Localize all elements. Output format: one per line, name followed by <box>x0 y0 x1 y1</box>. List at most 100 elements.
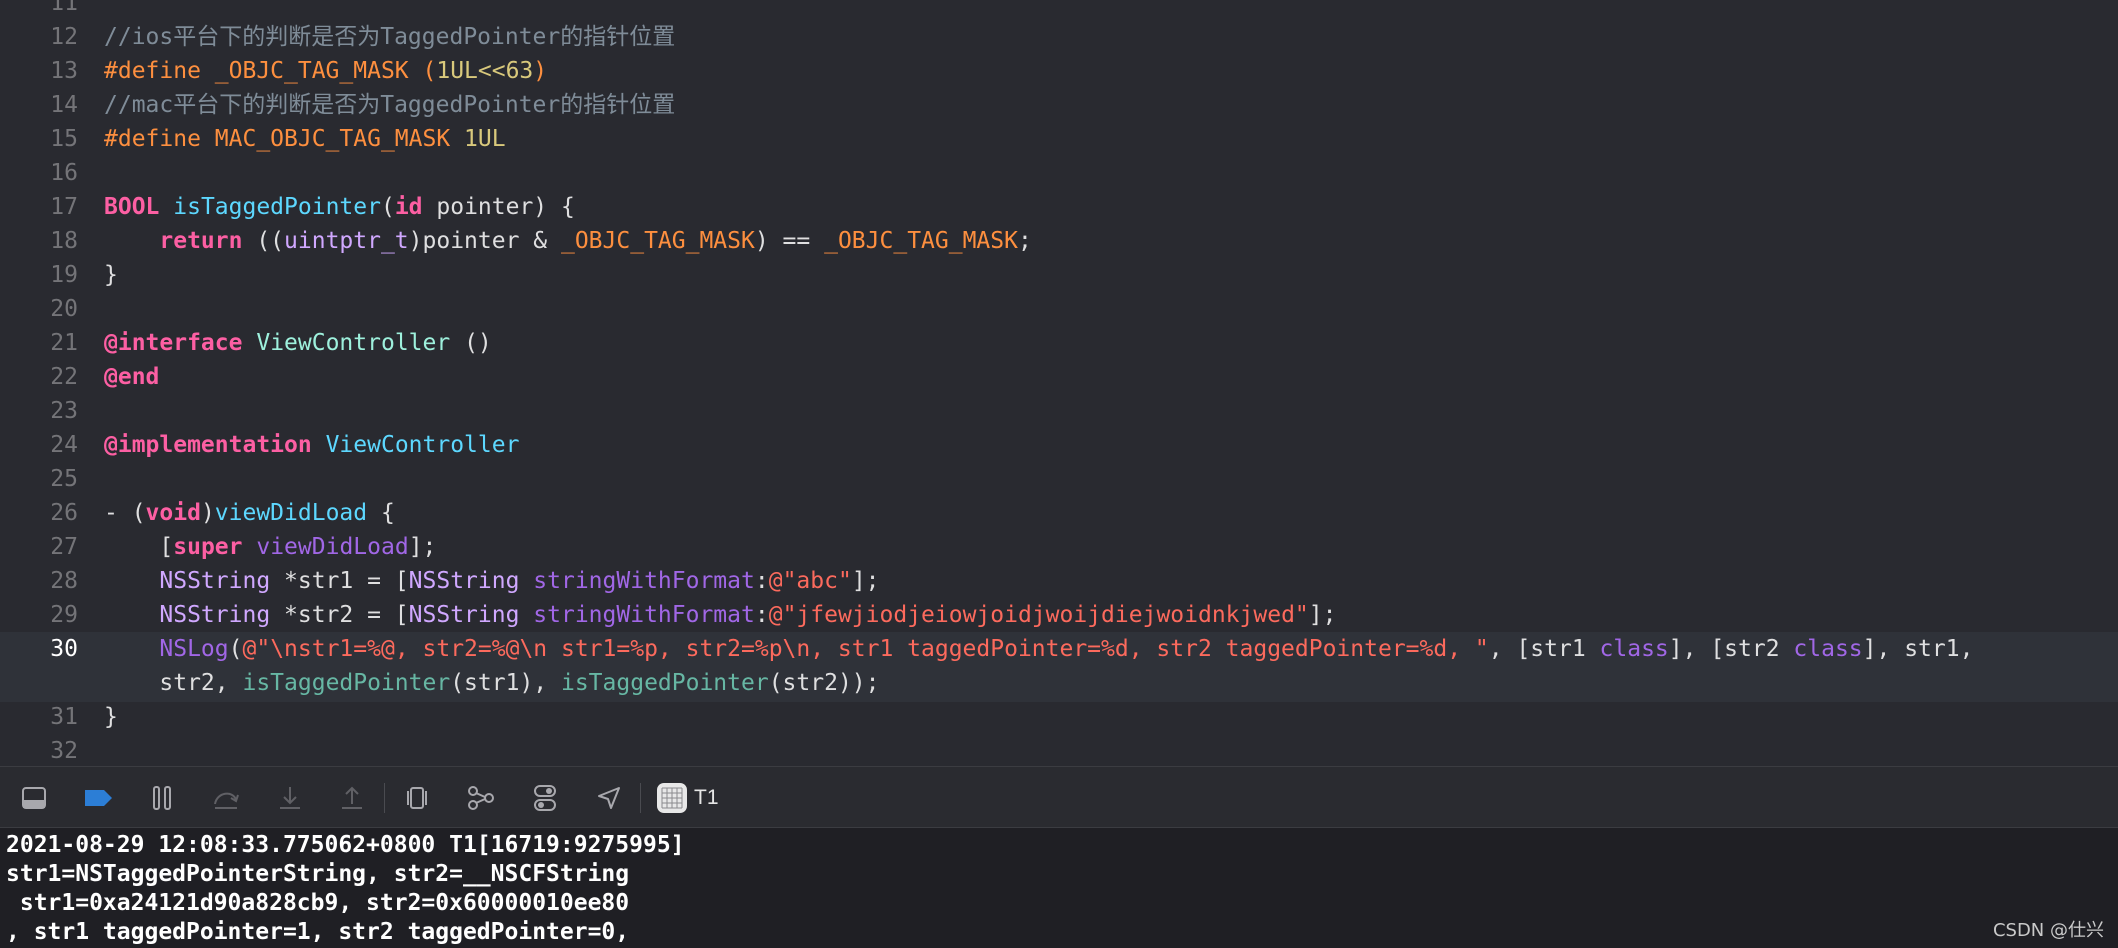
breakpoints-toggle-icon[interactable] <box>80 780 116 816</box>
code-token: NSLog <box>159 636 229 662</box>
code-token: isTaggedPointer <box>560 670 769 696</box>
code-token: NSString <box>408 602 520 628</box>
line-number: 26 <box>50 500 78 526</box>
code-line[interactable]: 27 [super viewDidLoad]; <box>0 530 2118 564</box>
code-token: class <box>1793 636 1863 662</box>
code-editor[interactable]: 11 12 //ios平台下的判断是否为TaggedPointer的指针位置 13 #d… <box>0 0 2118 766</box>
code-token: //mac平台下的判断是否为TaggedPointer的指针位置 <box>104 92 676 118</box>
code-token: BOOL <box>104 194 160 220</box>
code-line[interactable]: 29 NSString *str2 = [NSString stringWith… <box>0 598 2118 632</box>
memory-graph-icon[interactable] <box>463 780 499 816</box>
code-token: #define MAC_OBJC_TAG_MASK <box>104 126 465 152</box>
code-line[interactable]: 21 @interface ViewController () <box>0 326 2118 360</box>
debug-view-hierarchy-icon[interactable] <box>399 780 435 816</box>
code-line[interactable]: 22 @end <box>0 360 2118 394</box>
code-token: _OBJC_TAG_MASK <box>824 228 1018 254</box>
pause-icon[interactable] <box>144 780 180 816</box>
code-token: ]; <box>408 534 437 560</box>
console-line: , str1 taggedPointer=1, str2 taggedPoint… <box>6 919 630 945</box>
code-token: stringWithFormat <box>533 568 755 594</box>
code-line[interactable]: 28 NSString *str1 = [NSString stringWith… <box>0 564 2118 598</box>
code-line[interactable]: 17 BOOL isTaggedPointer(id pointer) { <box>0 190 2118 224</box>
environment-overrides-icon[interactable] <box>527 780 563 816</box>
current-code-line[interactable]: 30 NSLog(@"\nstr1=%@, str2=%@\n str1=%p,… <box>0 632 2118 696</box>
code-token: 1UL <box>464 126 506 152</box>
code-line[interactable]: 15 #define MAC_OBJC_TAG_MASK 1UL <box>0 122 2118 156</box>
step-over-icon[interactable] <box>208 780 244 816</box>
hide-debug-area-icon[interactable] <box>16 780 52 816</box>
code-text: } <box>104 258 118 292</box>
code-token: return <box>159 228 243 254</box>
code-token: [ <box>104 534 174 560</box>
code-token: @end <box>104 364 160 390</box>
line-number: 30 <box>50 636 78 662</box>
code-line[interactable]: 14 //mac平台下的判断是否为TaggedPointer的指针位置 <box>0 88 2118 122</box>
debug-toolbar: T1 <box>0 766 2118 828</box>
code-line[interactable]: 12 //ios平台下的判断是否为TaggedPointer的指针位置 <box>0 20 2118 54</box>
code-text: - (void)viewDidLoad { <box>104 496 395 530</box>
code-token: @"\nstr1=%@, str2=%@\n str1=%p, str2=%p\… <box>242 636 1489 662</box>
toolbar-divider <box>640 783 641 813</box>
code-token: NSString <box>159 602 271 628</box>
line-number: 31 <box>50 704 78 730</box>
code-line[interactable]: 13 #define _OBJC_TAG_MASK (1UL<<63) <box>0 54 2118 88</box>
line-number: 29 <box>50 602 78 628</box>
code-token: ( <box>228 636 243 662</box>
code-text: NSString *str2 = [NSString stringWithFor… <box>104 598 1336 632</box>
code-text: [super viewDidLoad]; <box>104 530 436 564</box>
code-token: ) <box>200 500 215 526</box>
code-line[interactable]: 25 <box>0 462 2118 496</box>
console-line: str1=NSTaggedPointerString, str2=__NSCFS… <box>6 861 630 887</box>
simulate-location-icon[interactable] <box>591 780 627 816</box>
code-text: @interface ViewController () <box>104 326 492 360</box>
code-line[interactable]: 23 <box>0 394 2118 428</box>
code-line[interactable]: 31} <box>0 700 2118 734</box>
code-token: ]; <box>851 568 880 594</box>
code-line[interactable]: 24 @implementation ViewController <box>0 428 2118 462</box>
code-token: 1UL<<63 <box>436 58 534 84</box>
code-token: *str2 = [ <box>270 602 409 628</box>
code-line[interactable]: 11 <box>0 0 2118 20</box>
code-line[interactable]: 18 return ((uintptr_t)pointer & _OBJC_TA… <box>0 224 2118 258</box>
line-number: 20 <box>50 296 78 322</box>
app-thread-icon <box>654 780 690 816</box>
code-token: void <box>145 500 201 526</box>
code-token: ]; <box>1308 602 1337 628</box>
code-token: - ( <box>104 500 146 526</box>
code-token: *str1 = [ <box>270 568 409 594</box>
code-text: #define _OBJC_TAG_MASK (1UL<<63) <box>104 54 547 88</box>
step-into-icon[interactable] <box>272 780 308 816</box>
code-line[interactable]: 32 <box>0 734 2118 766</box>
line-number: 13 <box>50 58 78 84</box>
code-token: viewDidLoad <box>256 534 409 560</box>
line-number: 17 <box>50 194 78 220</box>
line-number: 18 <box>50 228 78 254</box>
code-line[interactable]: 19} <box>0 258 2118 292</box>
step-out-icon[interactable] <box>334 780 370 816</box>
code-token: @implementation <box>104 432 312 458</box>
line-number: 11 <box>50 0 78 16</box>
console-output[interactable]: 2021-08-29 12:08:33.775062+0800 T1[16719… <box>0 828 2118 948</box>
line-number: 15 <box>50 126 78 152</box>
code-text: BOOL isTaggedPointer(id pointer) { <box>104 190 575 224</box>
code-token: { <box>367 500 395 526</box>
code-token: ) == <box>754 228 825 254</box>
toolbar-divider <box>384 783 385 813</box>
code-line[interactable]: 26 - (void)viewDidLoad { <box>0 496 2118 530</box>
line-number: 23 <box>50 398 78 424</box>
thread-label[interactable]: T1 <box>694 781 719 815</box>
code-continuation: str2, isTaggedPointer(str1), isTaggedPoi… <box>104 666 879 700</box>
code-token: stringWithFormat <box>533 602 755 628</box>
code-line[interactable]: 16 <box>0 156 2118 190</box>
line-number: 22 <box>50 364 78 390</box>
code-text: } <box>104 700 118 734</box>
code-line[interactable]: 20 <box>0 292 2118 326</box>
